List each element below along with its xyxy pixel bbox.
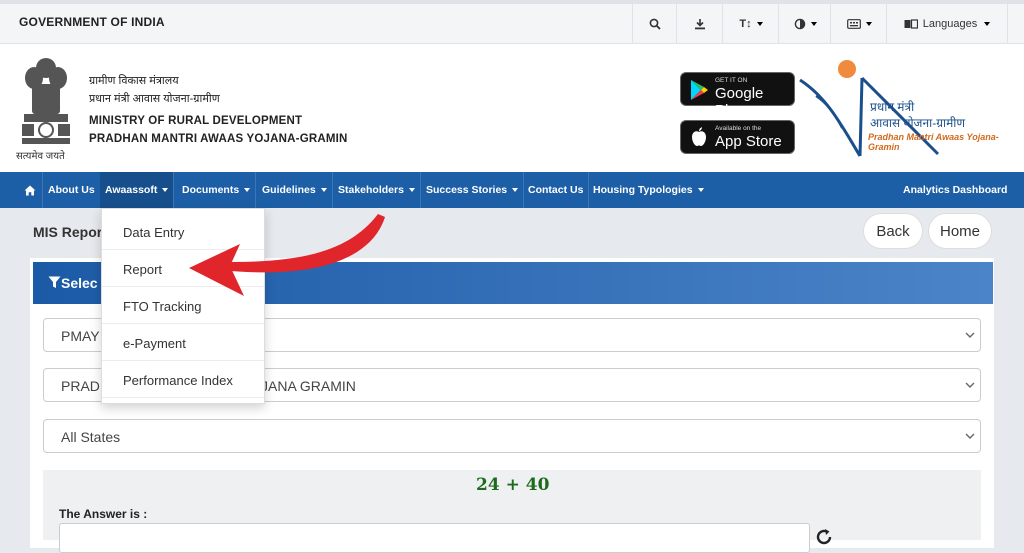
- program-select-value-left: PRADI: [61, 378, 104, 394]
- nav-documents-label: Documents: [182, 184, 240, 196]
- languages-label: Languages: [922, 18, 978, 30]
- menu-item-label: Report: [123, 262, 163, 277]
- ministry-hindi: ग्रामीण विकास मंत्रालय: [89, 75, 179, 87]
- nav-home[interactable]: [17, 172, 43, 208]
- menu-item-label: e-Payment: [123, 336, 186, 351]
- national-emblem-logo: [22, 58, 70, 144]
- nav-success-stories[interactable]: Success Stories: [421, 172, 525, 208]
- nav-stakeholders[interactable]: Stakeholders: [333, 172, 421, 208]
- menu-item-label: Data Entry: [123, 225, 185, 240]
- home-button[interactable]: Home: [928, 213, 992, 249]
- download-icon: [695, 19, 705, 30]
- pm-logo-hindi-line2: आवास योजना-ग्रामीण: [870, 116, 966, 130]
- menu-item-report[interactable]: Report: [102, 250, 264, 287]
- select-panel-title: Selec: [48, 275, 98, 291]
- menu-item-data-entry[interactable]: Data Entry: [102, 213, 264, 250]
- chevron-down-icon: [979, 18, 990, 30]
- nav-about-us[interactable]: About Us: [43, 172, 101, 208]
- program-select-value-right: JANA GRAMIN: [261, 378, 356, 394]
- nav-guidelines[interactable]: Guidelines: [257, 172, 333, 208]
- state-select-value: All States: [61, 429, 121, 445]
- chevron-down-icon: [965, 332, 975, 338]
- emblem-caption: सत्यमेव जयते: [16, 151, 65, 162]
- nav-awaassoft[interactable]: Awaassoft: [100, 172, 175, 208]
- app-store-text: App Store: [715, 133, 782, 150]
- google-play-small-text: GET IT ON: [715, 77, 748, 84]
- menu-item-label: Performance Index: [123, 373, 233, 388]
- nav-housing-typologies[interactable]: Housing Typologies: [588, 172, 709, 208]
- scheme-hindi: प्रधान मंत्री आवास योजना-ग्रामीण: [89, 93, 220, 105]
- chevron-down-icon: [806, 18, 817, 30]
- app-store-badge[interactable]: Available on the App Store: [680, 120, 795, 154]
- menu-item-label: FTO Tracking: [123, 299, 202, 314]
- pm-logo-hindi-line1: प्रधान मंत्री: [870, 100, 915, 114]
- refresh-icon[interactable]: [815, 528, 833, 546]
- languages-button[interactable]: Languages: [886, 4, 1008, 44]
- top-bar: GOVERNMENT OF INDIA T↕ Languages: [0, 0, 1024, 44]
- select-panel-title-text: Selec: [61, 275, 98, 291]
- filter-icon: [48, 276, 61, 288]
- pm-logo-english: Pradhan Mantri Awaas Yojana-Gramin: [868, 132, 999, 152]
- menu-item-e-payment[interactable]: e-Payment: [102, 324, 264, 361]
- chevron-down-icon: [965, 382, 975, 388]
- text-size-icon: T↕: [739, 18, 752, 30]
- captcha-question: 24 + 40: [476, 475, 550, 495]
- search-button[interactable]: [632, 4, 677, 44]
- back-button[interactable]: Back: [863, 213, 923, 249]
- contrast-icon: [794, 18, 805, 30]
- menu-item-performance-index[interactable]: Performance Index: [102, 361, 264, 398]
- answer-label: The Answer is :: [59, 507, 148, 521]
- nav-success-stories-label: Success Stories: [426, 184, 508, 196]
- ministry-english: MINISTRY OF RURAL DEVELOPMENT: [89, 115, 303, 127]
- scheme-english: PRADHAN MANTRI AWAAS YOJANA-GRAMIN: [89, 133, 348, 145]
- nav-contact-us[interactable]: Contact Us: [523, 172, 590, 208]
- screen-reader-button[interactable]: [830, 4, 887, 44]
- app-store-small-text: Available on the: [715, 125, 762, 132]
- awaassoft-dropdown-menu: Data Entry Report FTO Tracking e-Payment…: [101, 208, 265, 404]
- chevron-down-icon: [752, 18, 763, 30]
- nav-contact-us-label: Contact Us: [528, 184, 584, 196]
- site-header: सत्यमेव जयते ग्रामीण विकास मंत्रालय प्रध…: [0, 44, 1024, 172]
- chevron-down-icon: [861, 18, 872, 30]
- home-icon: [24, 185, 35, 196]
- captcha-answer-input[interactable]: [59, 523, 810, 553]
- nav-analytics-dashboard-label: Analytics Dashboard: [903, 184, 1008, 196]
- contrast-button[interactable]: [778, 4, 831, 44]
- main-navigation: About Us Awaassoft Documents Guidelines …: [0, 172, 1024, 208]
- google-play-text: Google Play: [715, 85, 764, 119]
- text-size-button[interactable]: T↕: [722, 4, 779, 44]
- nav-about-us-label: About Us: [48, 184, 95, 196]
- state-select[interactable]: All States: [43, 419, 981, 453]
- nav-stakeholders-label: Stakeholders: [338, 184, 404, 196]
- download-button[interactable]: [676, 4, 723, 44]
- search-icon: [649, 18, 661, 30]
- apple-icon: [692, 127, 706, 146]
- nav-guidelines-label: Guidelines: [262, 184, 316, 196]
- nav-documents[interactable]: Documents: [177, 172, 257, 208]
- page-title: MIS Repor: [33, 224, 103, 240]
- nav-awaassoft-label: Awaassoft: [105, 184, 158, 196]
- menu-item-fto-tracking[interactable]: FTO Tracking: [102, 287, 264, 324]
- google-play-badge[interactable]: GET IT ON Google Play: [680, 72, 795, 119]
- keyboard-icon: [846, 19, 861, 29]
- scheme-select-value: PMAY: [61, 328, 100, 344]
- google-play-icon: [691, 80, 708, 100]
- nav-housing-typologies-label: Housing Typologies: [593, 184, 693, 196]
- language-icon: [904, 19, 918, 29]
- government-title: GOVERNMENT OF INDIA: [19, 15, 165, 29]
- nav-analytics-dashboard[interactable]: Analytics Dashboard: [898, 172, 1012, 208]
- chevron-down-icon: [965, 433, 975, 439]
